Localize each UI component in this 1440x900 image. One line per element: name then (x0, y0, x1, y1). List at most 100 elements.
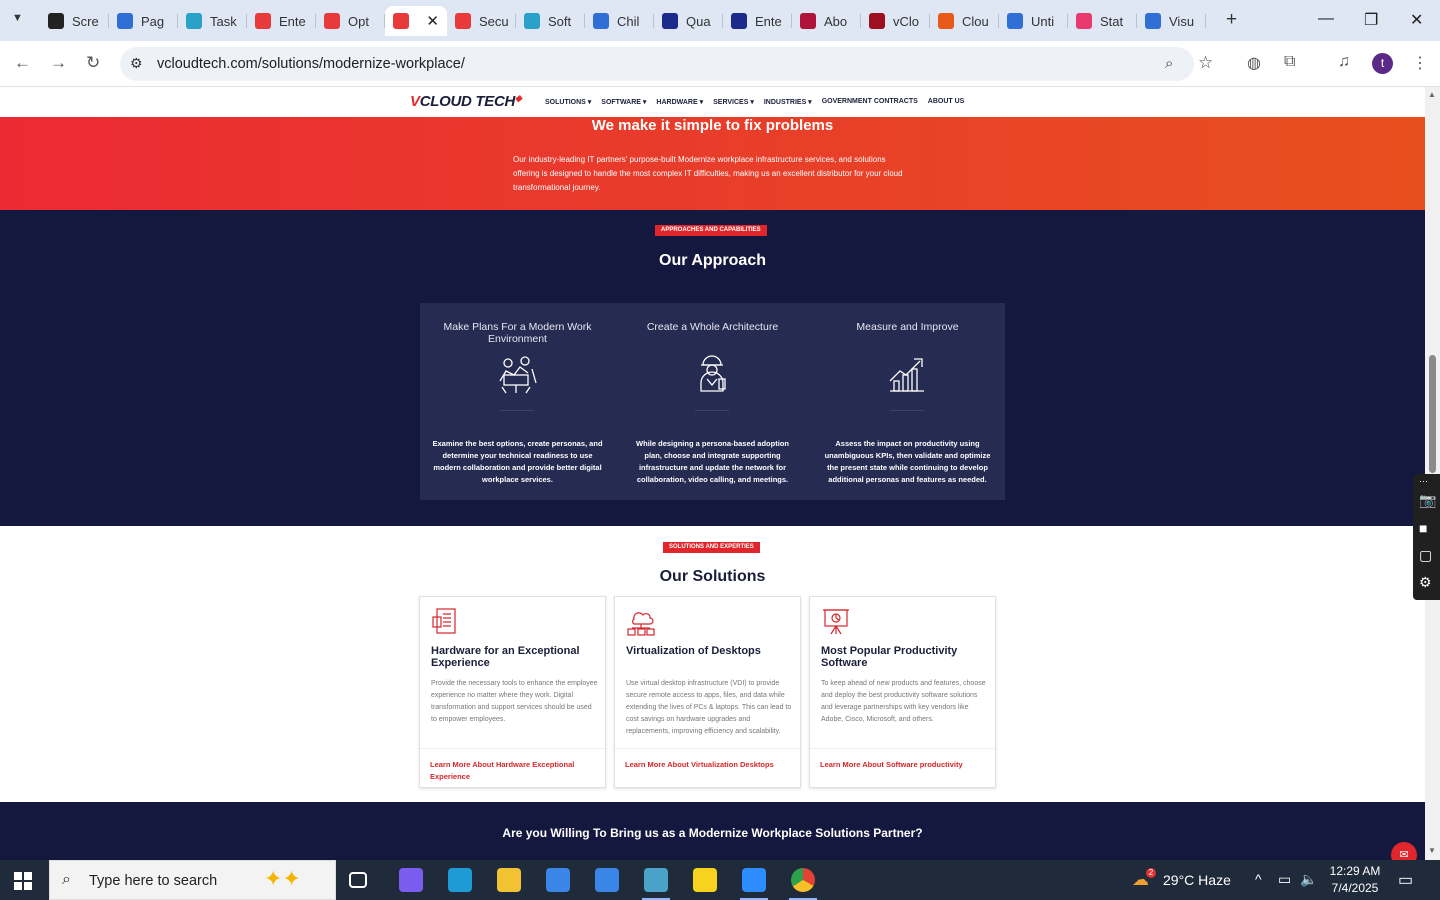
growth-chart-icon (889, 358, 924, 392)
taskbar-search-box[interactable]: ⌕ Type here to search ✦✦ (49, 860, 336, 900)
logo-mark-icon: ◆ (515, 93, 522, 103)
tab[interactable]: vClo (861, 6, 930, 36)
forward-button[interactable]: → (50, 53, 67, 73)
tab[interactable]: Soft (516, 6, 585, 36)
zoom-icon[interactable] (740, 868, 768, 900)
site-info-icon[interactable]: ⚙ (130, 55, 143, 72)
notification-icon[interactable]: ▭ (1398, 870, 1413, 900)
tab-label: Opt (348, 13, 369, 29)
camera-icon[interactable]: 📷 (1419, 492, 1436, 509)
scrollbar-thumb[interactable] (1429, 355, 1436, 473)
tab[interactable]: Opt (316, 6, 385, 36)
back-button[interactable]: ← (14, 53, 31, 73)
bookmark-star-icon[interactable]: ☆ (1198, 53, 1213, 73)
card-divider (615, 748, 800, 749)
tab[interactable]: Stat (1068, 6, 1137, 36)
nav-link[interactable]: SOFTWARE ▾ (601, 98, 646, 106)
tab[interactable]: Task (178, 6, 247, 36)
app-teal-icon[interactable] (642, 868, 670, 900)
tab-favicon-icon (593, 13, 609, 29)
tab-label: Stat (1100, 13, 1124, 29)
task-view-icon[interactable] (349, 872, 367, 888)
tab[interactable]: Visu (1137, 6, 1206, 36)
tab[interactable]: Abo (792, 6, 861, 36)
screen: ▼ Scre Pag Task Ente Opt ✕ Secu Soft Chil Qua Ente… (0, 0, 1440, 900)
chat-icon[interactable]: ✉ (1391, 842, 1417, 860)
store-icon[interactable] (546, 868, 570, 892)
presentation-icon (823, 609, 849, 635)
nav-link[interactable]: SERVICES ▾ (713, 98, 754, 106)
tab[interactable]: Chil (585, 6, 654, 36)
solution-card-link[interactable]: Learn More About Hardware Exceptional Ex… (430, 759, 600, 783)
tab[interactable]: Unti (999, 6, 1068, 36)
more-options-icon[interactable]: ⋯ (1419, 476, 1428, 487)
solution-card-title: Hardware for an Exceptional Experience (431, 645, 580, 669)
cta-section: Are you Willing To Bring us as a Moderni… (0, 802, 1425, 860)
document-icon (432, 608, 456, 634)
logo-text: CLOUD TECH (419, 93, 516, 110)
profile-avatar[interactable]: t (1372, 53, 1393, 74)
file-explorer-icon[interactable] (497, 868, 521, 892)
weather-text[interactable]: 29°C Haze (1163, 872, 1231, 900)
address-bar[interactable]: ⚙ vcloudtech.com/solutions/modernize-wor… (120, 47, 1213, 81)
translate-icon[interactable]: ◍ (1247, 53, 1261, 73)
media-controls-icon[interactable]: ♫ (1338, 53, 1350, 71)
tab[interactable]: Qua (654, 6, 723, 36)
volume-icon[interactable]: 🔈 (1300, 871, 1317, 900)
clock-time: 12:29 AM (1329, 864, 1381, 878)
tab-favicon-icon (662, 13, 678, 29)
solution-card-link[interactable]: Learn More About Software productivity (820, 759, 990, 771)
tab[interactable]: Ente (723, 6, 792, 36)
tab[interactable]: Secu (447, 6, 516, 36)
extensions-icon[interactable]: ⧉ (1284, 53, 1295, 71)
solution-card-link[interactable]: Learn More About Virtualization Desktops (625, 759, 795, 771)
tab[interactable]: Scre (40, 6, 109, 36)
copilot-icon[interactable] (399, 868, 423, 892)
new-tab-button[interactable]: + (1226, 9, 1237, 31)
tab-active[interactable]: ✕ (385, 6, 447, 36)
search-icon: ⌕ (62, 871, 71, 888)
reload-button[interactable]: ↻ (86, 53, 100, 73)
solution-card-text: To keep ahead of new products and featur… (821, 680, 986, 723)
nav-link[interactable]: HARDWARE ▾ (656, 98, 703, 106)
tray-chevron-icon[interactable]: ^ (1255, 871, 1262, 900)
solution-card: Hardware for an Exceptional Experience P… (419, 596, 606, 788)
settings-gear-icon[interactable]: ⚙ (1419, 574, 1432, 591)
site-header: VCLOUD TECH◆ SOLUTIONS ▾ SOFTWARE ▾ HARDWA… (0, 87, 1425, 117)
taskbar-clock[interactable]: 12:29 AM 7/4/2025 (1318, 863, 1392, 897)
scroll-down-icon[interactable]: ▼ (1428, 846, 1436, 855)
scroll-up-icon[interactable]: ▲ (1428, 90, 1436, 99)
tab-favicon-icon (455, 13, 471, 29)
video-icon[interactable]: ■ (1419, 520, 1427, 536)
tab-list: Scre Pag Task Ente Opt ✕ Secu Soft Chil Qua Ente Ab… (40, 6, 1206, 36)
edge-icon[interactable] (448, 868, 472, 892)
restore-icon[interactable]: ❐ (1364, 10, 1378, 30)
tab-search-icon[interactable]: ▼ (12, 12, 23, 24)
nav-link[interactable]: GOVERNMENT CONTRACTS (822, 98, 918, 106)
nav-link[interactable]: INDUSTRIES ▾ (764, 98, 812, 106)
approach-column-title: Make Plans For a Modern Work Environment (443, 321, 592, 345)
close-window-icon[interactable]: ✕ (1410, 10, 1423, 30)
main-nav: SOLUTIONS ▾ SOFTWARE ▾ HARDWARE ▾ SERVICES … (545, 98, 964, 106)
menu-kebab-icon[interactable]: ⋮ (1412, 53, 1428, 73)
url-text[interactable]: vcloudtech.com/solutions/modernize-workp… (157, 56, 465, 72)
tab[interactable]: Clou (930, 6, 999, 36)
window-icon[interactable]: ▢ (1419, 547, 1432, 564)
mail-icon[interactable] (595, 868, 619, 892)
tab-label: Clou (962, 13, 989, 29)
chrome-icon[interactable] (789, 868, 817, 900)
tab[interactable]: Pag (109, 6, 178, 36)
windows-start-icon[interactable] (14, 872, 32, 890)
minimize-icon[interactable]: — (1318, 10, 1334, 28)
approach-column-title: Create a Whole Architecture (646, 321, 779, 333)
close-tab-icon[interactable]: ✕ (426, 12, 439, 30)
nav-link[interactable]: ABOUT US (928, 98, 965, 106)
tab[interactable]: Ente (247, 6, 316, 36)
hero-section: We make it simple to fix problems Our in… (0, 117, 1425, 210)
zoom-icon[interactable]: ⌕ (1165, 55, 1173, 72)
network-icon[interactable]: ▭ (1278, 871, 1291, 900)
nav-link[interactable]: SOLUTIONS ▾ (545, 98, 591, 106)
site-logo[interactable]: VCLOUD TECH◆ (410, 93, 522, 110)
engineer-icon (700, 355, 726, 392)
sticky-notes-icon[interactable] (693, 868, 717, 892)
